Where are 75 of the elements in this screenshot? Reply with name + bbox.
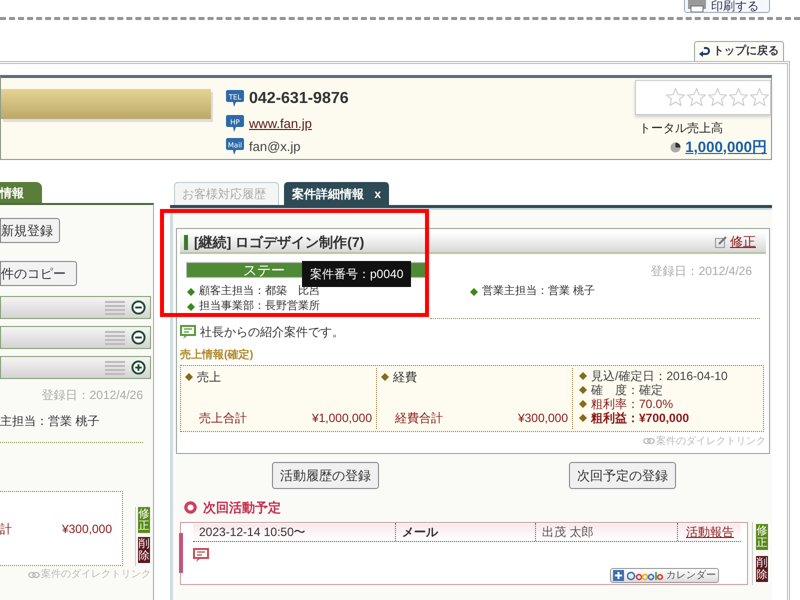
section-header[interactable] (0, 356, 151, 379)
back-to-top-tab[interactable]: トップに戻る (694, 41, 784, 61)
total-sales-label: トータル売上高 (639, 120, 724, 136)
deal-comment: 社長からの紹介案件です。 (200, 324, 344, 341)
copy-button[interactable]: 件のコピー (0, 261, 77, 286)
phone-number: 042-631-9876 (249, 89, 349, 109)
registration-date: 登録日：2012/4/26 (42, 387, 143, 404)
deal-title: [継続] ロゴデザイン制作(7) (194, 232, 364, 252)
edit-button[interactable]: 修正 (756, 524, 768, 550)
grip-icon[interactable] (105, 300, 125, 316)
google-calendar-button[interactable]: カレンダー (610, 568, 719, 582)
printer-icon (687, 0, 707, 12)
sales-total-label: 売上合計 (199, 410, 247, 426)
tab-close-button[interactable]: x (374, 185, 381, 203)
sales-label: 売上 (197, 368, 221, 386)
total-sales-link[interactable]: 1,000,000円 (685, 136, 767, 159)
grip-icon[interactable] (105, 360, 125, 376)
cost-total-label: 計 (0, 520, 12, 538)
next-activity-heading: 次回活動予定 (203, 499, 281, 517)
minus-icon[interactable] (131, 300, 146, 315)
costs-total: ¥300,000 (518, 410, 568, 426)
link-icon (643, 436, 655, 446)
minus-icon[interactable] (131, 330, 146, 345)
department: 担当事業部：長野営業所 (199, 299, 320, 314)
grip-icon[interactable] (105, 330, 125, 346)
star-icon[interactable] (728, 86, 749, 108)
activity-datetime: 2023-12-14 10:50〜 (198, 524, 307, 541)
activity-report-link[interactable]: 活動報告 (677, 523, 741, 541)
sales-fact: 見込/確定日：2016-04-10 (591, 368, 728, 382)
delete-button[interactable]: 削除 (756, 556, 768, 582)
homepage-link[interactable]: www.fan.jp (249, 114, 312, 134)
delete-button[interactable]: 削除 (138, 537, 150, 563)
costs-label: 経費 (393, 368, 417, 386)
diamond-icon (185, 372, 193, 380)
pie-chart-icon (670, 142, 682, 154)
google-logo-icon (627, 570, 663, 580)
return-arrow-icon (699, 46, 710, 56)
tab[interactable]: 案件詳細情報 x (284, 182, 389, 205)
ring-icon (184, 501, 197, 514)
edit-link[interactable]: 修正 (730, 232, 756, 252)
plus-icon[interactable] (131, 360, 146, 375)
sales-fact: 粗利率：70.0% (591, 396, 674, 410)
sales-heading: 売上情報(確定) (180, 348, 254, 363)
activity-type: メール (395, 523, 535, 541)
costs-total-label: 経費合計 (395, 410, 443, 426)
activity-person: 出茂 太郎 (535, 523, 677, 541)
email-address: fan@x.jp (249, 138, 300, 156)
print-button[interactable]: 印刷する (684, 0, 770, 13)
sales-fact: 粗利益：¥700,000 (591, 410, 690, 424)
star-icon[interactable] (707, 86, 728, 108)
header-marker (184, 234, 188, 250)
star-icon[interactable] (686, 86, 707, 108)
register-history-button[interactable]: 活動履歴の登録 (272, 462, 379, 489)
sales-fact: 確 度：確定 (591, 382, 663, 396)
tooltip: 案件番号：p0040 (302, 261, 412, 287)
section-header[interactable] (0, 296, 151, 319)
sales-rep: 営業主担当：営業 桃子 (482, 284, 596, 299)
activity-marker (179, 532, 183, 572)
register-next-button[interactable]: 次回予定の登録 (569, 462, 676, 489)
link-icon (28, 570, 40, 580)
edit-button[interactable]: 修正 (138, 507, 150, 533)
sales-rep: 主担当：営業 桃子 (0, 413, 100, 430)
star-icon[interactable] (749, 86, 770, 108)
diamond-icon (381, 372, 389, 380)
comment-icon (180, 324, 196, 340)
plus-icon (613, 570, 624, 580)
sales-total: ¥1,000,000 (312, 410, 372, 426)
comment-icon (193, 548, 209, 562)
diamond-icon (470, 288, 478, 296)
star-icon[interactable] (665, 86, 686, 108)
cost-total: ¥300,000 (62, 520, 112, 538)
pencil-icon (715, 236, 727, 248)
registration-date: 登録日：2012/4/26 (650, 263, 752, 280)
new-registration-button[interactable]: 新規登録 (0, 218, 60, 243)
section-header[interactable] (0, 326, 151, 349)
